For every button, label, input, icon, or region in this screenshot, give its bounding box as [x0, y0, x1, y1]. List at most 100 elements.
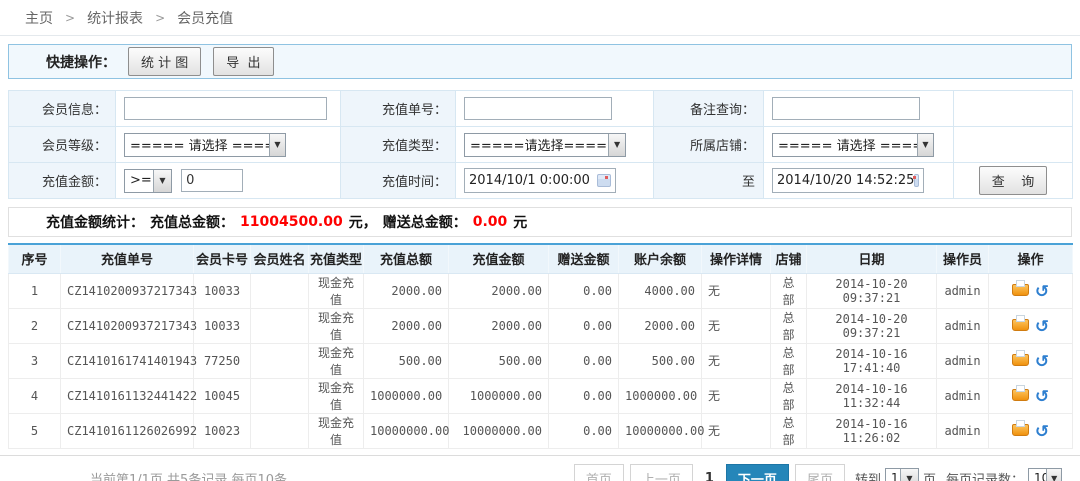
column-header: 日期 — [807, 244, 937, 273]
refresh-icon[interactable]: ↺ — [1035, 354, 1049, 371]
goto-label: 转到 — [855, 469, 881, 481]
cell-operator: admin — [937, 378, 989, 413]
cell-balance: 10000000.00 — [619, 413, 702, 448]
cell-gift: 0.00 — [549, 273, 619, 308]
column-header: 会员姓名 — [251, 244, 309, 273]
member-level-value: ===== 请选择 ===== — [125, 135, 269, 154]
last-page-button[interactable]: 尾页 — [795, 464, 845, 481]
cell-gift: 0.00 — [549, 378, 619, 413]
cell-order: CZ1410161741401943 — [61, 343, 194, 378]
refresh-icon[interactable]: ↺ — [1035, 389, 1049, 406]
cell-name — [251, 378, 309, 413]
cell-detail: 无 — [702, 413, 771, 448]
amount-operator-value: >= — [125, 173, 152, 188]
page-size-label: 每页记录数： — [946, 469, 1024, 481]
refresh-icon[interactable]: ↺ — [1035, 284, 1049, 301]
breadcrumb-home[interactable]: 主页 — [25, 8, 53, 28]
column-header: 充值类型 — [309, 244, 364, 273]
next-page-button[interactable]: 下一页 — [726, 464, 789, 481]
recharge-table: 序号充值单号会员卡号会员姓名充值类型充值总额充值金额赠送金额账户余额操作详情店铺… — [8, 243, 1073, 449]
column-header: 操作员 — [937, 244, 989, 273]
cell-order: CZ1410161126026992 — [61, 413, 194, 448]
goto-page-select[interactable]: 1 ▼ — [885, 468, 919, 481]
member-level-select[interactable]: ===== 请选择 ===== ▼ — [124, 133, 286, 157]
calendar-icon[interactable] — [597, 174, 611, 187]
cell-amount: 1000000.00 — [449, 378, 549, 413]
cell-name — [251, 413, 309, 448]
cell-shop: 总部 — [771, 413, 807, 448]
cell-gift: 0.00 — [549, 413, 619, 448]
cell-type: 现金充值 — [309, 378, 364, 413]
cell-detail: 无 — [702, 308, 771, 343]
cell-name — [251, 273, 309, 308]
member-info-label: 会员信息： — [9, 91, 116, 127]
recharge-no-input[interactable] — [464, 97, 612, 120]
chevron-down-icon: ▼ — [608, 134, 625, 156]
cell-operator: admin — [937, 308, 989, 343]
print-icon[interactable] — [1012, 424, 1029, 436]
time-to-input[interactable]: 2014/10/20 14:52:25 — [772, 168, 924, 193]
chevron-down-icon: ▼ — [900, 469, 918, 481]
recharge-type-select[interactable]: =====请选择===== ▼ — [464, 133, 626, 157]
cell-shop: 总部 — [771, 273, 807, 308]
table-header-row: 序号充值单号会员卡号会员姓名充值类型充值总额充值金额赠送金额账户余额操作详情店铺… — [9, 244, 1073, 273]
cell-card: 10033 — [194, 308, 251, 343]
member-level-label: 会员等级： — [9, 127, 116, 163]
cell-balance: 1000000.00 — [619, 378, 702, 413]
printer-paper — [1016, 350, 1025, 357]
breadcrumb-separator: > — [65, 11, 75, 25]
summary-total-label: 充值总金额： — [150, 212, 234, 232]
breadcrumb-current: 会员充值 — [177, 8, 233, 28]
summary-total-value: 11004500.00 — [240, 214, 343, 230]
recharge-type-label: 充值类型： — [341, 127, 456, 163]
print-icon[interactable] — [1012, 389, 1029, 401]
breadcrumb-separator: > — [155, 11, 165, 25]
amount-input[interactable] — [181, 169, 243, 192]
search-button[interactable]: 查 询 — [979, 166, 1048, 195]
first-page-button[interactable]: 首页 — [574, 464, 624, 481]
note-query-input[interactable] — [772, 97, 920, 120]
time-to-label: 至 — [654, 163, 764, 199]
cell-operator: admin — [937, 343, 989, 378]
print-icon[interactable] — [1012, 319, 1029, 331]
calendar-icon[interactable] — [914, 174, 919, 187]
chart-button[interactable]: 统 计 图 — [128, 47, 201, 76]
refresh-icon[interactable]: ↺ — [1035, 424, 1049, 441]
printer-paper — [1016, 315, 1025, 322]
export-button[interactable]: 导 出 — [213, 47, 273, 76]
cell-card: 10045 — [194, 378, 251, 413]
column-header: 会员卡号 — [194, 244, 251, 273]
cell-shop: 总部 — [771, 308, 807, 343]
cell-actions: ↺ — [989, 343, 1073, 378]
member-info-input[interactable] — [124, 97, 327, 120]
print-icon[interactable] — [1012, 284, 1029, 296]
amount-operator-select[interactable]: >= ▼ — [124, 169, 172, 193]
cell-detail: 无 — [702, 273, 771, 308]
print-icon[interactable] — [1012, 354, 1029, 366]
cell-operator: admin — [937, 273, 989, 308]
recharge-no-label: 充值单号： — [341, 91, 456, 127]
cell-amount: 2000.00 — [449, 308, 549, 343]
cell-balance: 500.00 — [619, 343, 702, 378]
column-header: 操作详情 — [702, 244, 771, 273]
page-size-select[interactable]: 10 ▼ — [1028, 468, 1062, 481]
quick-actions-bar: 快捷操作： 统 计 图 导 出 — [8, 44, 1072, 79]
refresh-icon[interactable]: ↺ — [1035, 319, 1049, 336]
printer-paper — [1016, 280, 1025, 287]
time-from-input[interactable]: 2014/10/1 0:00:00 — [464, 168, 616, 193]
cell-date: 2014-10-20 09:37:21 — [807, 273, 937, 308]
cell-balance: 4000.00 — [619, 273, 702, 308]
time-from-value: 2014/10/1 0:00:00 — [469, 173, 590, 188]
summary-bar: 充值金额统计： 充值总金额： 11004500.00 元， 赠送总金额： 0.0… — [8, 207, 1072, 237]
table-row: 5CZ141016112602699210023现金充值10000000.001… — [9, 413, 1073, 448]
cell-gift: 0.00 — [549, 308, 619, 343]
column-header: 充值单号 — [61, 244, 194, 273]
shop-select[interactable]: ===== 请选择 ===== ▼ — [772, 133, 934, 157]
cell-date: 2014-10-20 09:37:21 — [807, 308, 937, 343]
filter-empty-cell — [954, 91, 1073, 127]
cell-gift: 0.00 — [549, 343, 619, 378]
prev-page-button[interactable]: 上一页 — [630, 464, 693, 481]
cell-total: 10000000.00 — [364, 413, 449, 448]
filter-form: 会员信息： 充值单号： 备注查询： 会员等级： ===== 请选择 ===== … — [8, 90, 1073, 199]
breadcrumb-reports[interactable]: 统计报表 — [87, 8, 143, 28]
